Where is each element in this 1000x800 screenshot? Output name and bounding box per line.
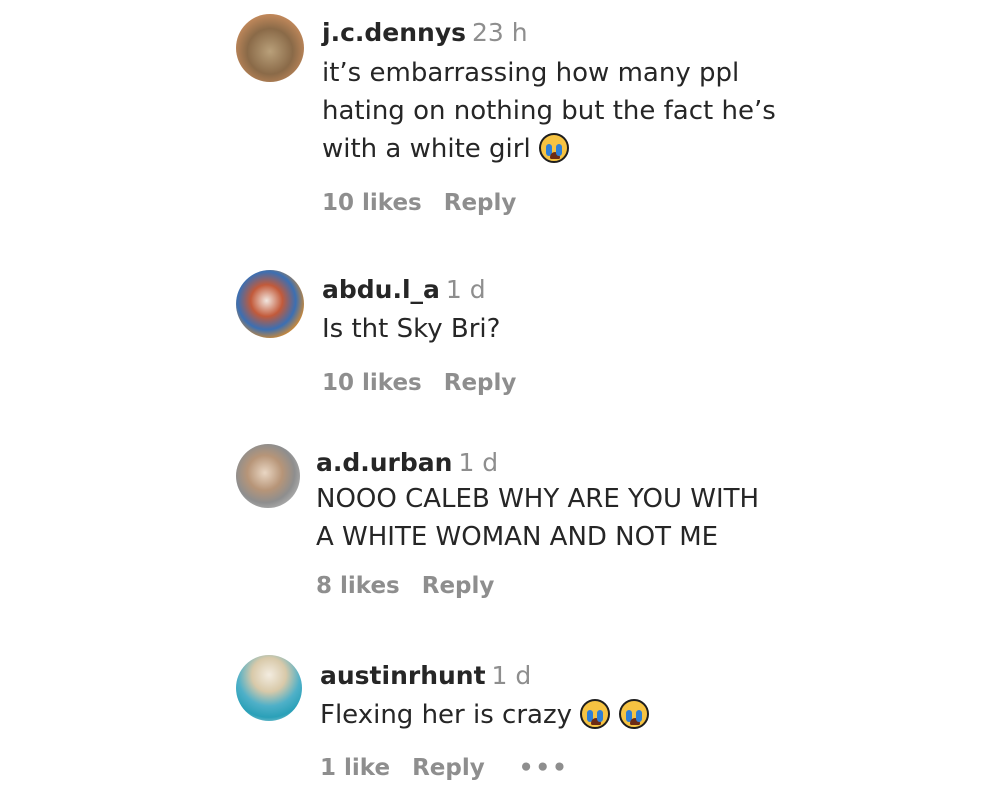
comment-header: a.d.urban 1 d [316, 448, 498, 477]
timestamp[interactable]: 1 d [458, 448, 498, 477]
crying-face-icon [580, 699, 611, 729]
username[interactable]: abdu.l_a [322, 275, 440, 304]
comment-line: it’s embarrassing how many ppl [322, 58, 740, 88]
comment-line: A WHITE WOMAN AND NOT ME [316, 522, 719, 552]
comment-actions: 10 likes Reply [322, 190, 516, 216]
avatar[interactable] [236, 444, 300, 508]
comment-text: it’s embarrassing how many ppl hating on… [322, 54, 778, 168]
likes-count[interactable]: 8 likes [316, 573, 400, 599]
timestamp[interactable]: 1 d [446, 275, 486, 304]
more-options-icon[interactable]: ••• [519, 755, 569, 781]
timestamp[interactable]: 23 h [472, 18, 528, 47]
avatar[interactable] [236, 14, 304, 82]
comment-text: Flexing her is crazy [320, 696, 649, 734]
avatar[interactable] [236, 270, 304, 338]
likes-count[interactable]: 10 likes [322, 190, 422, 216]
comment-actions: 8 likes Reply [316, 573, 494, 599]
comment-line: Is tht Sky Bri? [322, 314, 501, 344]
comment-actions: 1 like Reply ••• [320, 755, 569, 781]
reply-button[interactable]: Reply [422, 573, 495, 599]
crying-face-icon [618, 699, 649, 729]
likes-count[interactable]: 1 like [320, 755, 390, 781]
comment-line: hating on nothing but the fact he’s [322, 96, 776, 126]
reply-button[interactable]: Reply [412, 755, 485, 781]
likes-count[interactable]: 10 likes [322, 370, 422, 396]
timestamp[interactable]: 1 d [492, 661, 532, 690]
comment-header: abdu.l_a 1 d [322, 275, 486, 304]
comment-text: Is tht Sky Bri? [322, 310, 500, 348]
comment-actions: 10 likes Reply [322, 370, 516, 396]
comment-text: NOOO CALEB WHY ARE YOU WITH A WHITE WOMA… [316, 480, 759, 556]
avatar[interactable] [236, 655, 302, 721]
crying-face-icon [538, 133, 569, 163]
username[interactable]: austinrhunt [320, 661, 486, 690]
reply-button[interactable]: Reply [444, 190, 517, 216]
comment-header: j.c.dennys 23 h [322, 18, 528, 47]
comment-header: austinrhunt 1 d [320, 661, 531, 690]
comment-line: NOOO CALEB WHY ARE YOU WITH [316, 484, 760, 514]
comment-line: Flexing her is crazy [320, 700, 572, 730]
username[interactable]: a.d.urban [316, 448, 452, 477]
reply-button[interactable]: Reply [444, 370, 517, 396]
comment-line: with a white girl [322, 134, 531, 164]
comment-line-with-emoji: with a white girl [322, 130, 778, 168]
username[interactable]: j.c.dennys [322, 18, 466, 47]
